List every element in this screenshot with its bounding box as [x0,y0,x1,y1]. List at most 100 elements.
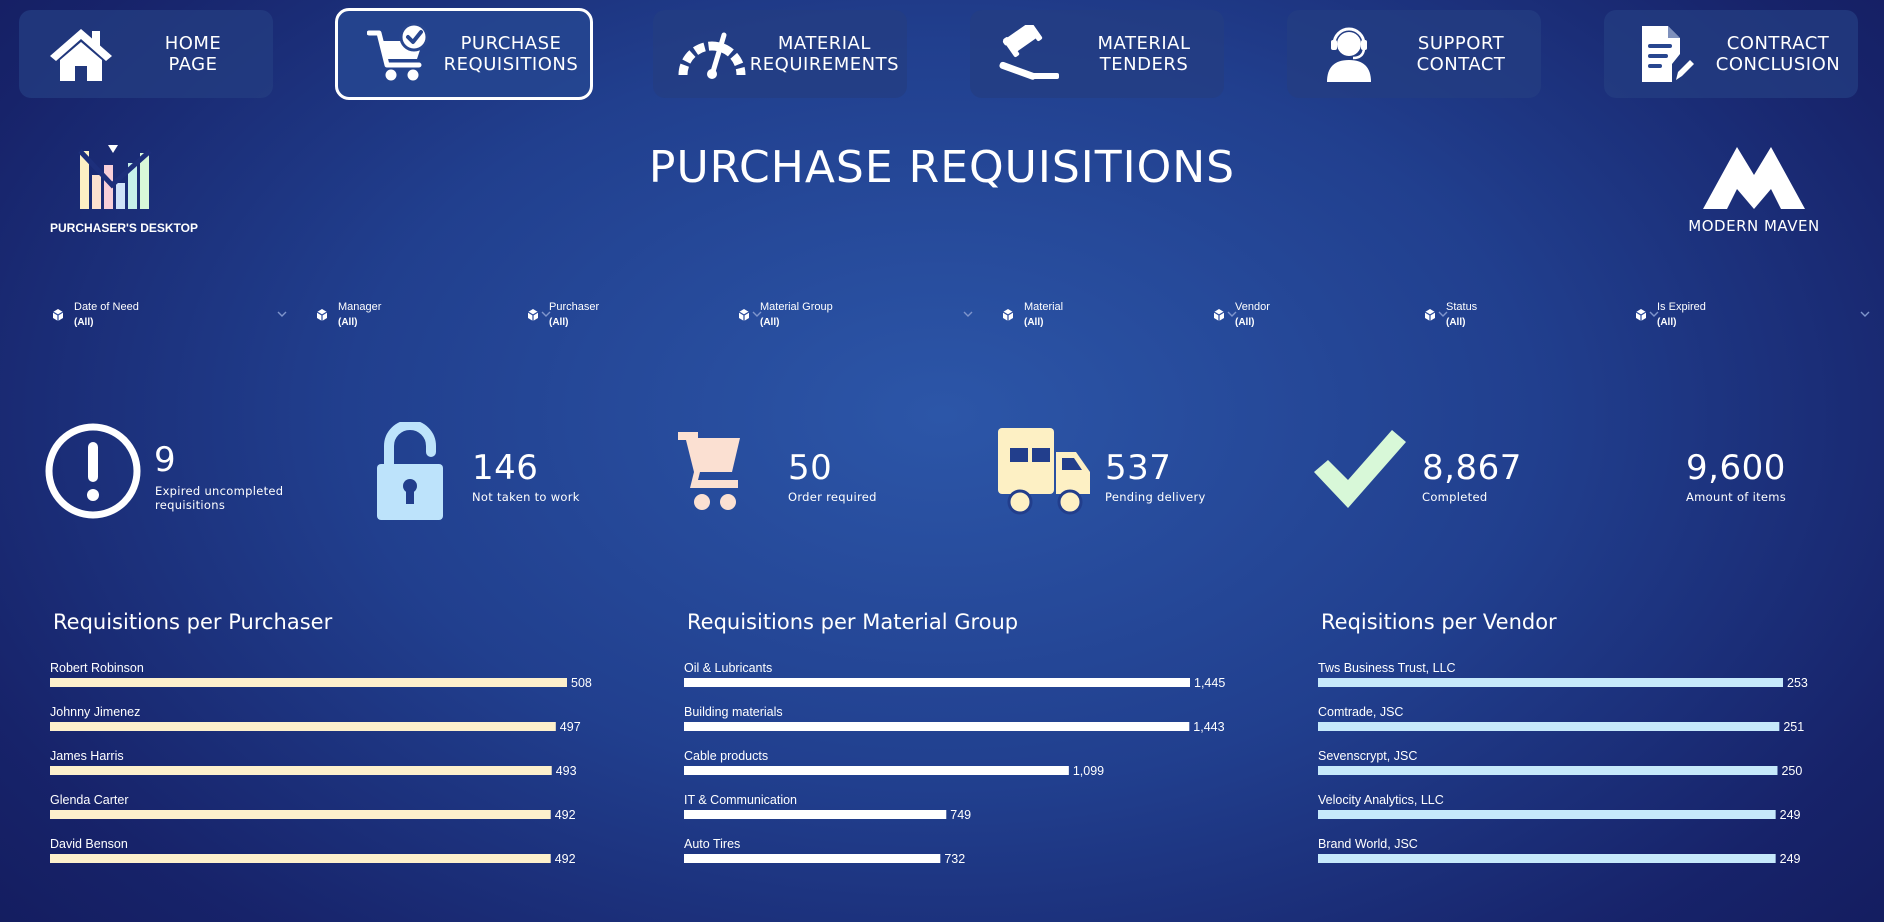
filter-purchaser[interactable]: Purchaser (All) [527,300,763,332]
kpi-order-required-label: Order required [788,490,877,504]
bar[interactable] [50,678,567,687]
nav-contract-conclusion-label: CONTRACT CONCLUSION [1715,33,1841,75]
bar[interactable] [50,810,551,819]
filter-manager[interactable]: Manager (All) [316,300,552,332]
bar-value-label: 492 [555,852,576,866]
filter-material-group[interactable]: Material Group (All) [738,300,974,332]
truck-icon [998,428,1090,515]
kpi-completed-value: 8,867 [1422,448,1522,488]
chart-title: Requisitions per Material Group [687,610,1019,634]
bar-value-label: 749 [950,808,971,822]
bar-category-label: Brand World, JSC [1318,837,1418,851]
brand-left-text: PURCHASER'S DESKTOP [50,221,198,235]
kpi-completed-label: Completed [1422,490,1488,504]
bar-category-label: Oil & Lubricants [684,661,772,675]
chart-requisitions-per-vendor: Reqisitions per Vendor Tws Business Trus… [1318,606,1878,886]
bar-category-label: Robert Robinson [50,661,144,675]
nav-home-button[interactable]: HOME PAGE [19,10,273,98]
checkmark-icon [1314,430,1406,508]
cart-icon [678,432,740,510]
nav-home-label: HOME PAGE [164,33,222,75]
filter-status[interactable]: Status (All) [1424,300,1660,332]
kpi-not-taken-value: 146 [472,448,539,488]
bar-value-label: 251 [1783,720,1804,734]
bar-value-label: 249 [1780,852,1801,866]
filter-icon [1213,309,1225,321]
nav-purchase-requisitions-button[interactable]: PURCHASE REQUISITIONS [335,8,593,100]
filter-icon [1002,309,1014,321]
bar-value-label: 732 [944,852,965,866]
kpi-amount-label: Amount of items [1686,490,1787,504]
nav-contract-conclusion-button[interactable]: CONTRACT CONCLUSION [1604,10,1858,98]
exclamation-circle-icon [45,423,141,519]
gavel-icon [992,19,1072,89]
bar[interactable] [50,766,552,775]
bar[interactable] [684,854,941,863]
bar-category-label: Sevenscrypt, JSC [1318,749,1417,763]
filter-icon [1424,309,1436,321]
bar[interactable] [1318,810,1776,819]
bar-value-label: 253 [1787,676,1808,690]
bar-category-label: Auto Tires [684,837,740,851]
chart-svg: Robert Robinson 508 Johnny Jimenez 497 James… [50,661,592,866]
filter-is-expired[interactable]: Is Expired (All) [1635,300,1871,332]
nav-material-requirements-button[interactable]: MATERIAL REQUIREMENTS [653,10,907,98]
bar[interactable] [684,810,947,819]
chart-requisitions-per-purchaser: Requisitions per Purchaser Robert Robins… [50,606,610,886]
chart-requisitions-per-material-group: Requisitions per Material Group Oil & Lu… [684,606,1244,886]
nav-material-requirements-label: MATERIAL REQUIREMENTS [749,33,899,75]
bar-value-label: 250 [1781,764,1802,778]
filter-date-of-need[interactable]: Date of Need (All) [52,300,288,332]
kpi-expired-value: 9 [154,440,177,480]
bar-value-label: 1,099 [1073,764,1104,778]
bar[interactable] [1318,722,1780,731]
bar-value-label: 493 [556,764,577,778]
bar[interactable] [1318,678,1783,687]
kpi-expired-label: Expired uncompleted requisitions [155,484,284,512]
bar[interactable] [684,766,1069,775]
filter-bar: Date of Need (All) Manager (All) Purchaser… [52,300,1870,332]
bar-category-label: Comtrade, JSC [1318,705,1403,719]
brand-right-text: MODERN MAVEN [1688,217,1820,235]
filter-icon [52,309,64,321]
bar-value-label: 1,445 [1194,676,1225,690]
cart-check-icon [360,19,440,89]
bar-category-label: Johnny Jimenez [50,705,140,719]
filter-icon [1635,309,1647,321]
filter-vendor[interactable]: Vendor (All) [1213,300,1449,332]
nav-material-tenders-button[interactable]: MATERIAL TENDERS [970,10,1224,98]
nav-support-contact-label: SUPPORT CONTACT [1416,33,1506,75]
bar-category-label: James Harris [50,749,124,763]
bar-category-label: Tws Business Trust, LLC [1318,661,1456,675]
filter-icon [527,309,539,321]
bar-category-label: David Benson [50,837,128,851]
bar[interactable] [1318,766,1778,775]
top-navigation: HOME PAGE PURCHASE REQUISITIONS MATERIAL… [19,8,1859,100]
nav-purchase-requisitions-label: PURCHASE REQUISITIONS [443,33,579,75]
bar-category-label: Cable products [684,749,768,763]
chevron-down-icon [963,311,973,317]
bar[interactable] [684,678,1190,687]
bar-category-label: Glenda Carter [50,793,129,807]
bar[interactable] [1318,854,1776,863]
kpi-pending-delivery: 537 Pending delivery [996,420,1256,530]
kpi-order-required: 50 Order required [678,420,928,530]
bar[interactable] [50,722,556,731]
maven-m-logo-icon [1703,147,1805,209]
kpi-pending-value: 537 [1105,448,1172,488]
bar[interactable] [684,722,1190,731]
chart-title: Requisitions per Purchaser [53,610,333,634]
kpi-expired: 9 Expired uncompleted requisitions [44,420,294,530]
modern-maven-logo: MODERN MAVEN [1674,145,1834,235]
document-pen-icon [1626,19,1706,89]
bar[interactable] [50,854,551,863]
nav-support-contact-button[interactable]: SUPPORT CONTACT [1287,10,1541,98]
kpi-completed: 8,867 Completed [1310,420,1570,530]
filter-material[interactable]: Material (All) [1002,300,1238,332]
page-title: PURCHASE REQUISITIONS [648,142,1236,193]
gauge-icon [675,19,750,89]
kpi-not-taken-label: Not taken to work [472,490,580,504]
kpi-not-taken: 146 Not taken to work [375,420,625,530]
filter-icon [738,309,750,321]
bar-value-label: 492 [555,808,576,822]
